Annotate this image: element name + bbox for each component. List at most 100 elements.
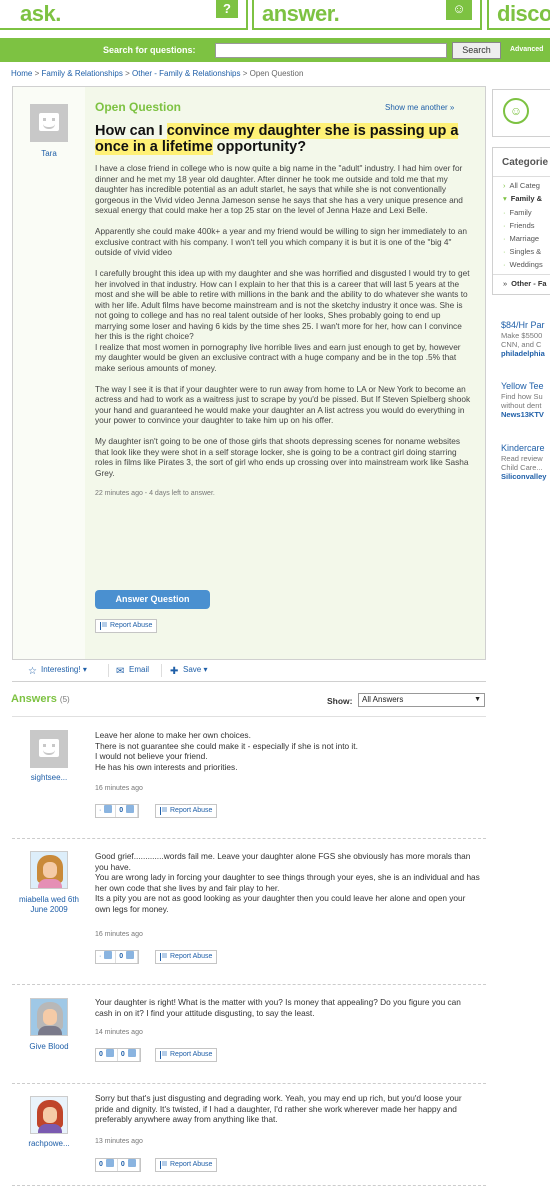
thumbs-up-button[interactable]: 0 [96,1049,118,1061]
answer-time: 14 minutes ago [95,1029,143,1036]
report-abuse-button[interactable]: Report Abuse [95,619,158,633]
thumbs-down-button[interactable]: 0 [116,951,139,963]
answerer-name[interactable]: rachpowe... [18,1139,80,1148]
asker-name[interactable]: Tara [20,149,78,158]
category-item[interactable]: ▾ Family & [503,194,542,203]
answers-logo-box: ☺ [492,89,550,137]
plus-icon: ✚ [170,666,179,677]
breadcrumb-other[interactable]: Other - Family & Relationships [132,69,240,78]
thumbs-down-button[interactable]: 0 [118,1159,140,1171]
dropdown-arrow-icon: ▼ [474,696,481,703]
question-mark-icon: ? [216,0,238,18]
answerer-name[interactable]: sightsee... [18,773,80,782]
down-count: 0 [120,1161,125,1168]
category-item[interactable]: · Family [503,208,532,217]
answer-filter-select[interactable]: All Answers ▼ [358,693,485,707]
thumbs-up-button[interactable]: · [96,951,117,963]
answer-line: There is not guarantee she could make it… [95,740,358,751]
category-label: All Categ [509,181,540,190]
thumbs-down-button[interactable]: 0 [116,805,139,817]
question-toolbar: ☆ Interesting! ▾ ✉ Email ✚ Save ▾ [12,659,486,681]
report-abuse-button[interactable]: Report Abuse [155,1048,218,1062]
category-item-current[interactable]: » Other - Fa [503,279,547,288]
sponsored-ad[interactable]: Yellow Tee Find how Su without dent News… [501,381,544,419]
interesting-label: Interesting! [41,665,81,674]
answer-line: Your daughter is right! What is the matt… [95,997,461,1018]
default-avatar-icon [39,113,59,131]
bullet-icon: · [503,260,506,269]
answer-line: Its a pity you are not as good looking a… [95,893,466,914]
ad-title[interactable]: Yellow Tee [501,381,544,392]
breadcrumb-home[interactable]: Home [11,69,32,78]
down-count: 0 [120,1051,125,1058]
category-label: Family [509,208,532,217]
report-abuse-button[interactable]: Report Abuse [155,1158,218,1172]
thumbs-up-button[interactable]: 0 [96,1159,118,1171]
interesting-button[interactable]: ☆ Interesting! ▾ [28,665,87,677]
answerer-avatar[interactable] [30,1096,68,1134]
category-item[interactable]: · Singles & [503,247,541,256]
breadcrumb-separator: > [34,69,40,78]
answerer-avatar[interactable] [30,998,68,1036]
ad-line: Read review [501,454,543,463]
category-item[interactable]: · Marriage [503,234,539,243]
ad-line: Child Care... [501,463,543,472]
category-item[interactable]: · Friends [503,221,535,230]
search-button[interactable]: Search [452,42,501,59]
title-part: How can I [95,123,167,139]
breadcrumb-separator: > [125,69,130,78]
divider [12,1185,486,1186]
answerer-name[interactable]: miabella wed 6th June 2009 [18,895,80,915]
answerer-name[interactable]: Give Blood [18,1042,80,1051]
email-button[interactable]: ✉ Email [116,665,149,677]
asker-avatar[interactable] [30,104,68,142]
bullet-icon: · [503,247,506,256]
divider [493,274,550,275]
category-item[interactable]: · Weddings [503,260,543,269]
ad-url[interactable]: Siliconvalley [501,472,546,481]
advanced-search-link[interactable]: Advanced [510,46,543,53]
report-abuse-button[interactable]: Report Abuse [155,804,218,818]
question-paragraph: Apparently she could make 400k+ a year a… [95,226,467,257]
show-another-link[interactable]: Show me another » [385,103,454,112]
category-label: Marriage [509,234,540,243]
answerer-avatar[interactable] [30,851,68,889]
default-avatar-icon [39,739,59,757]
breadcrumb-family[interactable]: Family & Relationships [41,69,122,78]
thumbs-down-button[interactable]: 0 [118,1049,140,1061]
answers-count: (5) [59,695,70,704]
categories-box: Categorie › All Categ ▾ Family & · Family ·… [492,147,550,295]
answer-question-button[interactable]: Answer Question [95,590,210,609]
up-count: 0 [99,1161,103,1168]
answer-line: He has his own interests and priorities. [95,761,238,772]
tab-ask[interactable]: ask. ? [0,0,248,30]
sponsored-ad[interactable]: $84/Hr Par Make $5500 CNN, and C philade… [501,320,545,358]
answerer-avatar[interactable] [30,730,68,768]
bullet-icon: · [503,221,506,230]
question-paragraph: I carefully brought this idea up with my… [95,268,470,341]
top-navigation: ask. ? answer. ☺ disco [0,0,550,38]
tab-answer[interactable]: answer. ☺ [252,0,482,30]
tab-discover[interactable]: disco [487,0,550,30]
answers-title: Answers [11,693,57,705]
thumbs-up-button[interactable]: · [96,805,117,817]
sponsored-ad[interactable]: Kindercare Read review Child Care... Sil… [501,443,546,481]
ad-url[interactable]: philadelphia [501,349,545,358]
category-label: Singles & [509,247,542,256]
breadcrumb: Home > Family & Relationships > Other - … [11,69,303,78]
divider [493,176,550,177]
toolbar-divider [108,664,109,677]
answer-text: Good grief.............words fail me. Le… [95,851,480,914]
down-count: 0 [119,807,124,814]
report-abuse-button[interactable]: Report Abuse [155,950,218,964]
ad-title[interactable]: $84/Hr Par [501,320,545,331]
avatar-face [43,862,57,878]
category-item[interactable]: › All Categ [503,181,540,190]
ad-title[interactable]: Kindercare [501,443,546,454]
ad-url[interactable]: News13KTV [501,410,544,419]
save-button[interactable]: ✚ Save ▾ [170,665,207,677]
thumbs-up-icon [104,805,113,813]
search-input[interactable] [215,43,447,58]
question-body: I have a close friend in college who is … [95,163,473,499]
category-label: Other - Fa [511,279,547,288]
